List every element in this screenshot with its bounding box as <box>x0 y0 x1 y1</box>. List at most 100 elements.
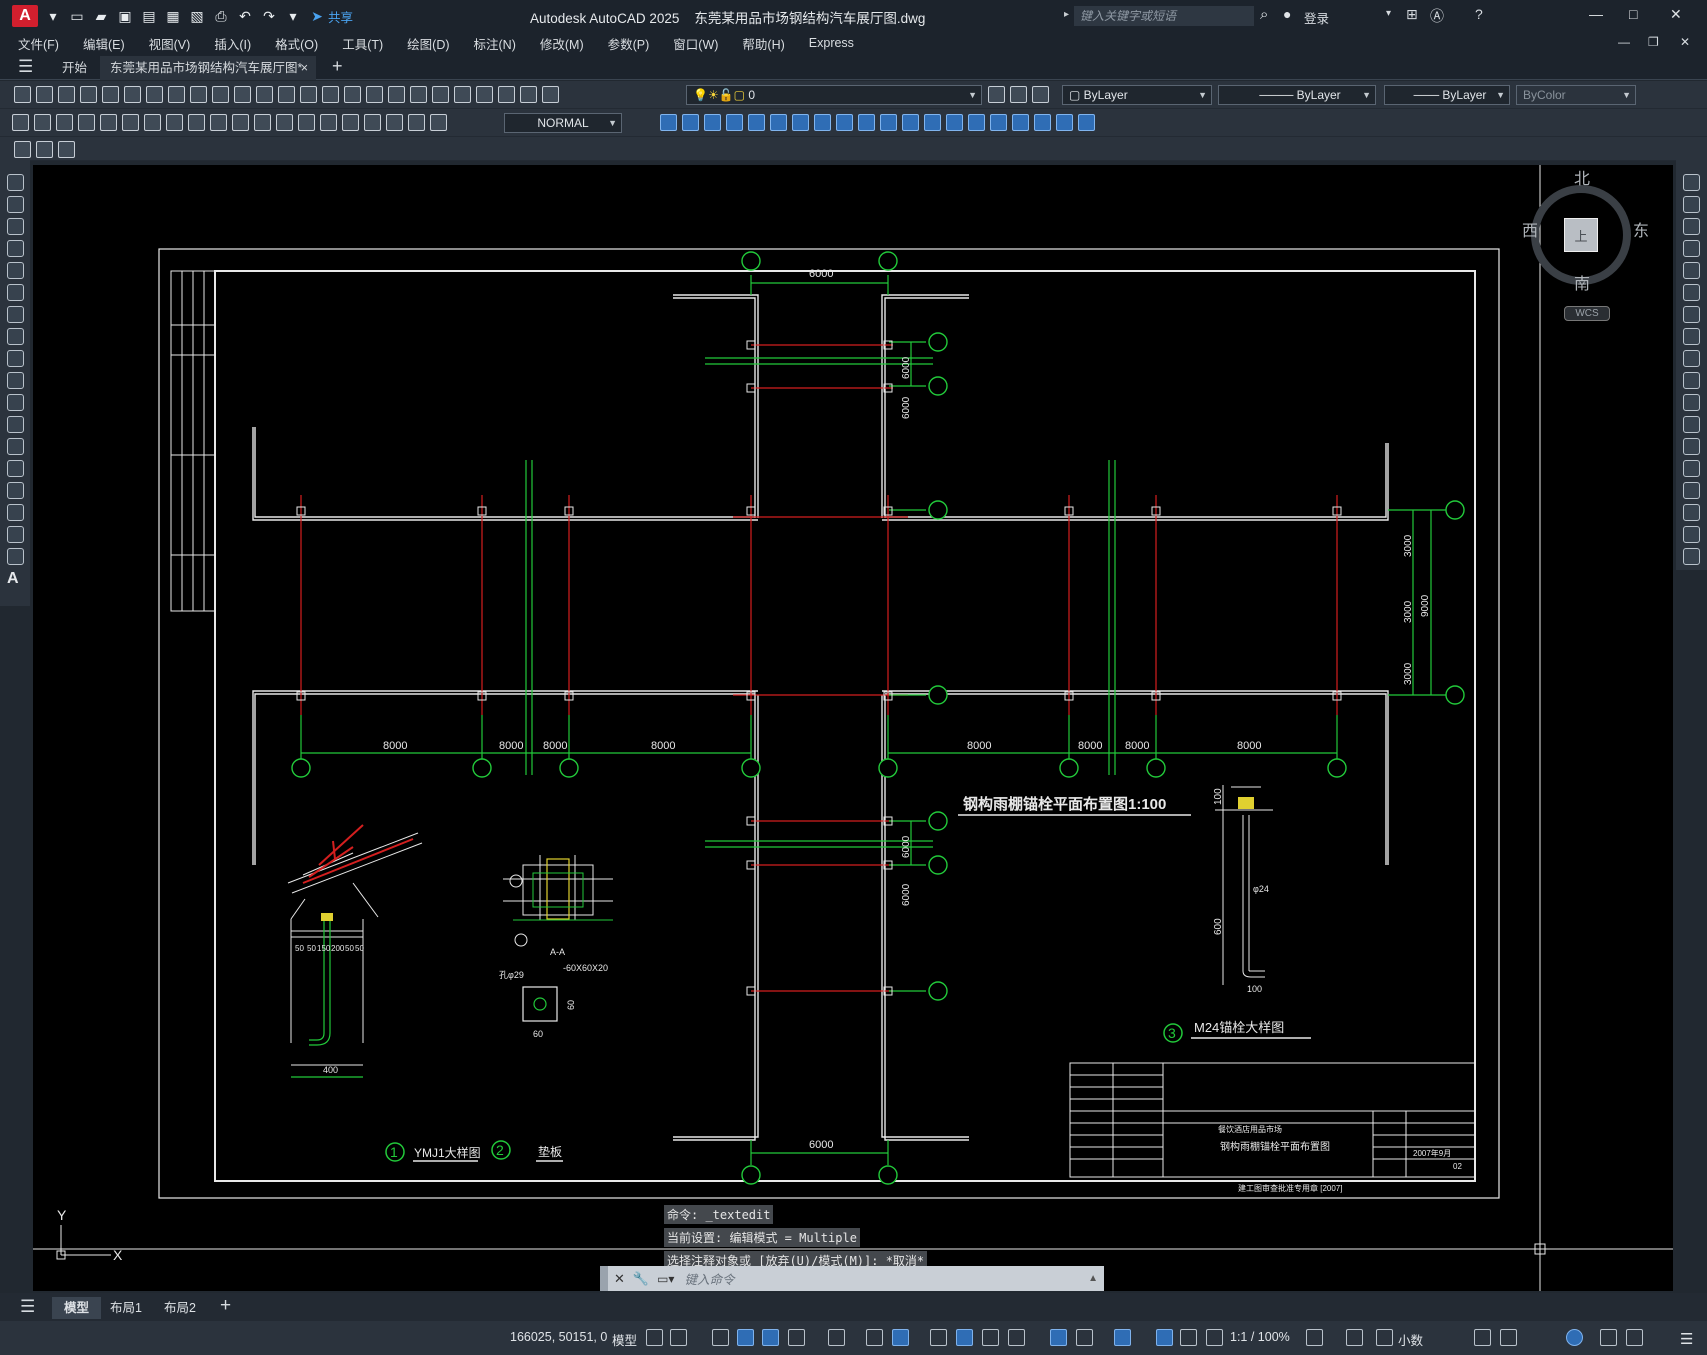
copy-object-icon[interactable] <box>1683 196 1700 213</box>
polar-tracking-icon[interactable] <box>788 1329 805 1346</box>
isometric-icon[interactable] <box>828 1329 845 1346</box>
radius-dim-icon[interactable] <box>100 114 117 131</box>
new-icon[interactable] <box>14 86 31 103</box>
menu-edit[interactable]: 编辑(E) <box>71 34 137 53</box>
doc-minimize-icon[interactable]: — <box>1618 35 1630 49</box>
save-toolbar-icon[interactable] <box>58 86 75 103</box>
jogged-linear-icon[interactable] <box>364 114 381 131</box>
open-file-icon[interactable]: ▰ <box>92 7 110 25</box>
modify-12-icon[interactable] <box>902 114 919 131</box>
modify-16-icon[interactable] <box>990 114 1007 131</box>
selection-filter-icon[interactable] <box>1076 1329 1093 1346</box>
modify-20-icon[interactable] <box>1078 114 1095 131</box>
modify-9-icon[interactable] <box>836 114 853 131</box>
tab-active-drawing[interactable]: 东莞某用品市场钢结构汽车展厅图* × <box>100 56 316 80</box>
command-grip[interactable] <box>600 1266 608 1291</box>
infer-constraints-icon[interactable] <box>712 1329 729 1346</box>
user-icon[interactable]: ● <box>1283 6 1291 22</box>
share-button[interactable]: 共享 <box>328 7 353 26</box>
dynamic-input-icon[interactable] <box>737 1329 754 1346</box>
gradient-tool-icon[interactable] <box>7 504 24 521</box>
viewcube-north[interactable]: 北 <box>1574 165 1590 189</box>
command-close-icon[interactable]: ✕ <box>614 1271 625 1287</box>
dim-break-icon[interactable] <box>276 114 293 131</box>
annotation-visibility-icon[interactable] <box>1156 1329 1173 1346</box>
menu-help[interactable]: 帮助(H) <box>730 34 796 53</box>
attribute-manager-icon[interactable] <box>58 141 75 158</box>
chamfer-icon[interactable] <box>1683 482 1700 499</box>
modify-17-icon[interactable] <box>1012 114 1029 131</box>
minimize-icon[interactable]: — <box>1589 6 1603 22</box>
ortho-icon[interactable] <box>762 1329 779 1346</box>
markup-icon[interactable] <box>476 86 493 103</box>
clean-screen-icon[interactable] <box>1626 1329 1643 1346</box>
dimstyle-dropdown[interactable]: NORMAL ▼ <box>504 113 622 133</box>
command-expand-icon[interactable]: ▲ <box>1088 1273 1098 1284</box>
search-icon[interactable]: ⌕ <box>1260 6 1268 23</box>
tab-layout1[interactable]: 布局1 <box>98 1297 154 1319</box>
layer-previous-icon[interactable] <box>1010 86 1027 103</box>
copy-icon[interactable] <box>190 86 207 103</box>
viewcube-west[interactable]: 西 <box>1522 217 1538 241</box>
stretch-icon[interactable] <box>1683 350 1700 367</box>
redo-icon[interactable]: ↷ <box>260 7 278 25</box>
center-mark-icon[interactable] <box>320 114 337 131</box>
selection-cycling-icon[interactable] <box>982 1329 999 1346</box>
modify-13-icon[interactable] <box>924 114 941 131</box>
paste-icon[interactable] <box>212 86 229 103</box>
hamburger-menu-icon[interactable]: ☰ <box>18 57 33 77</box>
pan-icon[interactable] <box>300 86 317 103</box>
modify-11-icon[interactable] <box>880 114 897 131</box>
modify-6-icon[interactable] <box>770 114 787 131</box>
polyline-tool-icon[interactable] <box>7 218 24 235</box>
join-icon[interactable] <box>1683 460 1700 477</box>
search-expand-icon[interactable]: ▸ <box>1064 9 1069 20</box>
arc-length-icon[interactable] <box>56 114 73 131</box>
3d-print-icon[interactable] <box>146 86 163 103</box>
tool-palettes-icon[interactable] <box>432 86 449 103</box>
menu-view[interactable]: 视图(V) <box>137 34 203 53</box>
hatch-tool-icon[interactable] <box>7 482 24 499</box>
rotate-icon[interactable] <box>1683 306 1700 323</box>
jogged-dim-icon[interactable] <box>122 114 139 131</box>
break-at-point-icon[interactable] <box>1683 416 1700 433</box>
modify-4-icon[interactable] <box>726 114 743 131</box>
app-menu-arrow-icon[interactable]: ▾ <box>44 7 62 25</box>
lock-ui-icon[interactable] <box>1500 1329 1517 1346</box>
menu-draw[interactable]: 绘图(D) <box>395 34 461 53</box>
autocad-logo-icon[interactable]: A <box>12 5 38 27</box>
new-tab-button[interactable]: + <box>332 56 343 77</box>
menu-modify[interactable]: 修改(M) <box>528 34 596 53</box>
grid-icon[interactable] <box>646 1329 663 1346</box>
arc-tool-icon[interactable] <box>7 284 24 301</box>
design-center-icon[interactable] <box>410 86 427 103</box>
mtext-tool-icon[interactable]: A <box>7 570 24 587</box>
3d-osnap-icon[interactable] <box>1008 1329 1025 1346</box>
help-toolbar-icon[interactable] <box>520 86 537 103</box>
maximize-icon[interactable]: □ <box>1629 6 1637 22</box>
close-window-icon[interactable]: ✕ <box>1670 6 1682 23</box>
doc-close-icon[interactable]: ✕ <box>1680 35 1690 49</box>
modify-19-icon[interactable] <box>1056 114 1073 131</box>
add-layout-button[interactable]: + <box>220 1295 231 1317</box>
linetype-dropdown[interactable]: ──── ByLayer ▼ <box>1218 85 1376 105</box>
undo-icon[interactable]: ↶ <box>236 7 254 25</box>
menu-dimension[interactable]: 标注(N) <box>462 34 528 53</box>
menu-parametric[interactable]: 参数(P) <box>596 34 662 53</box>
lineweight-dropdown[interactable]: ─── ByLayer ▼ <box>1384 85 1510 105</box>
modify-5-icon[interactable] <box>748 114 765 131</box>
open-icon[interactable] <box>36 86 53 103</box>
close-tab-icon[interactable]: × <box>301 56 308 80</box>
dim-space-icon[interactable] <box>254 114 271 131</box>
customize-status-icon[interactable]: ☰ <box>1680 1330 1693 1348</box>
doc-restore-icon[interactable]: ❐ <box>1648 35 1659 49</box>
ordinate-dim-icon[interactable] <box>78 114 95 131</box>
block-editor-icon[interactable] <box>14 141 31 158</box>
tolerance-icon[interactable] <box>298 114 315 131</box>
login-dropdown-icon[interactable]: ▾ <box>1386 8 1391 19</box>
units-icon[interactable] <box>1376 1329 1393 1346</box>
cut-icon[interactable] <box>168 86 185 103</box>
annotation-scale-icon[interactable] <box>1206 1329 1223 1346</box>
array-icon[interactable] <box>1683 262 1700 279</box>
inspection-icon[interactable] <box>342 114 359 131</box>
